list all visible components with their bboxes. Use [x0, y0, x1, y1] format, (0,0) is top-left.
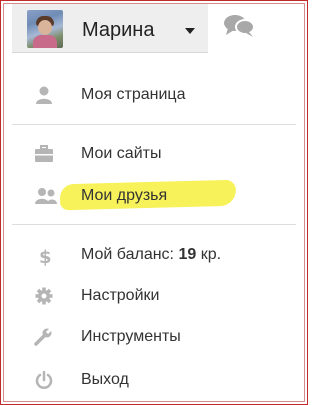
menu-item-my-sites[interactable]: Мои сайты — [12, 137, 296, 171]
menu-item-label: Моя страница — [81, 86, 186, 103]
balance-label: Мой баланс: — [81, 246, 174, 263]
balance-unit: кр. — [200, 246, 222, 263]
power-icon — [34, 370, 54, 389]
menu-item-label: Настройки — [81, 287, 160, 304]
dollar-icon: $ — [34, 246, 54, 268]
chat-icon — [224, 15, 255, 37]
balance-value: 19 — [178, 246, 197, 263]
user-menu-toggle[interactable]: Марина — [12, 4, 208, 53]
avatar — [27, 10, 63, 48]
friends-icon — [34, 187, 58, 205]
menu-item-label: Выход — [81, 371, 129, 388]
menu-item-label: Мои сайты — [81, 145, 162, 162]
menu-item-tools[interactable]: Инструменты — [12, 320, 296, 354]
menu-item-label: Мои друзья — [81, 187, 168, 204]
menu-item-settings[interactable]: Настройки — [12, 279, 296, 313]
menu-item-my-friends[interactable]: Мои друзья — [12, 179, 296, 213]
menu-item-label: Инструменты — [81, 328, 181, 345]
briefcase-icon — [34, 145, 54, 163]
menu-item-my-page[interactable]: Моя страница — [12, 78, 296, 112]
username: Марина — [82, 19, 155, 41]
chat-button[interactable] — [222, 12, 258, 40]
caret-down-icon — [185, 28, 195, 34]
svg-text:$: $ — [39, 247, 52, 266]
menu-item-logout[interactable]: Выход — [12, 363, 296, 397]
menu-divider — [12, 224, 296, 225]
menu-item-balance[interactable]: $ Мой баланс: 19 кр. — [12, 238, 296, 272]
menu-item-label: Мой баланс: 19 кр. — [81, 246, 221, 264]
user-icon — [34, 86, 54, 104]
menu-divider — [12, 124, 296, 125]
gear-icon — [34, 287, 54, 305]
wrench-icon — [34, 326, 54, 346]
